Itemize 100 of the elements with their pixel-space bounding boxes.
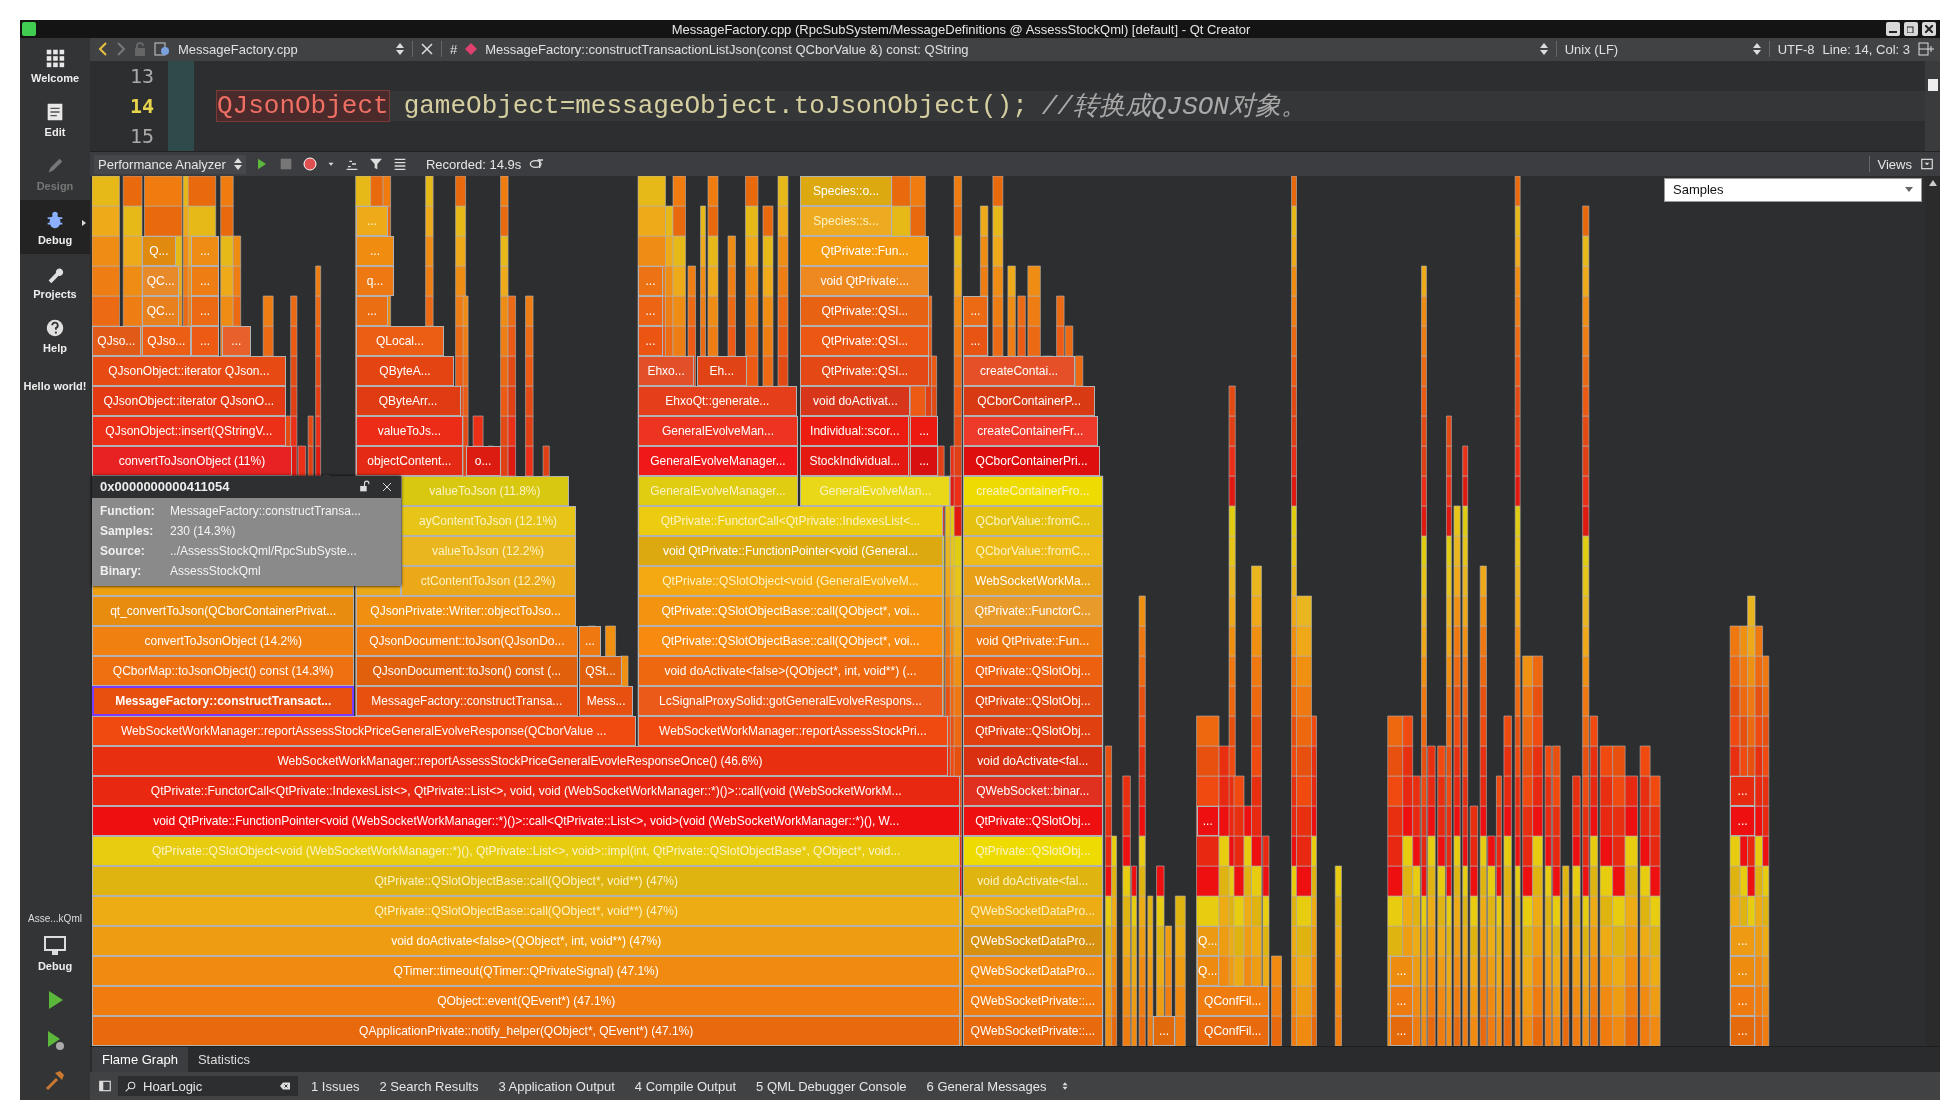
flame-frame[interactable]: QJsonDocument::toJson() const (... bbox=[355, 655, 579, 686]
back-icon[interactable] bbox=[98, 42, 108, 57]
flame-frame[interactable]: QtPrivate::QSlotObject<void (GeneralEvolveM... bbox=[638, 565, 943, 596]
flame-frame[interactable]: QtPrivate::QSlotObj... bbox=[962, 805, 1103, 836]
flame-frame[interactable]: ... bbox=[962, 295, 988, 326]
flame-frame[interactable]: valueToJs... bbox=[355, 415, 464, 446]
flame-frame[interactable]: QByteA... bbox=[355, 355, 455, 386]
cursor-position[interactable]: Line: 14, Col: 3 bbox=[1822, 41, 1910, 57]
flame-frame[interactable]: Individual::scor... bbox=[800, 415, 910, 446]
flame-frame[interactable]: QtPrivate::QSlotObjectBase::call(QObject*, voi... bbox=[638, 625, 943, 656]
flame-frame[interactable]: QtPrivate::QSl... bbox=[800, 325, 930, 356]
flame-frame[interactable]: QJsonObject::insert(QStringV... bbox=[92, 415, 286, 446]
output-pane-button[interactable]: 3 Application Output bbox=[491, 1078, 622, 1094]
flame-frame[interactable]: qt_convertToJson(QCborContainerPrivat... bbox=[92, 595, 355, 626]
flame-frame[interactable]: ... bbox=[910, 415, 938, 446]
flame-frame[interactable]: ... bbox=[1730, 805, 1756, 836]
locator-field[interactable]: HoarLogic bbox=[118, 1076, 298, 1097]
flame-frame[interactable]: EhxoQt::generate... bbox=[638, 385, 797, 416]
flame-frame[interactable]: ... bbox=[1730, 985, 1756, 1016]
flame-frame[interactable]: QtPrivate::FunctorC... bbox=[962, 595, 1103, 626]
flame-frame[interactable]: MessageFactory::constructTransa... bbox=[355, 685, 579, 716]
flame-frame[interactable]: QLocal... bbox=[355, 325, 445, 356]
flame-frame[interactable]: QWebSocketDataPro... bbox=[962, 895, 1103, 926]
scroll-thumb[interactable] bbox=[1927, 78, 1938, 91]
flame-frame[interactable]: LcSignalProxySolid::gotGeneralEvolveRespons... bbox=[638, 685, 943, 716]
flame-frame[interactable]: QWebSocket::binar... bbox=[962, 775, 1103, 806]
flame-frame[interactable]: QConfFil... bbox=[1196, 1015, 1269, 1046]
mode-button[interactable]: Projects bbox=[20, 254, 90, 308]
mode-button[interactable]: Debug bbox=[20, 200, 90, 254]
flame-frame[interactable]: void QtPrivate::Fun... bbox=[962, 625, 1103, 656]
flame-frame[interactable]: QtPrivate::QSlotObj... bbox=[962, 655, 1103, 686]
encoding[interactable]: UTF-8 bbox=[1777, 41, 1815, 57]
flame-frame[interactable]: QCborContainerP... bbox=[962, 385, 1096, 416]
mode-button[interactable]: Help bbox=[20, 308, 90, 362]
tool-selector[interactable]: Performance Analyzer bbox=[94, 154, 246, 174]
flame-frame[interactable]: void doActivate<false>(QObject*, int, void**) (... bbox=[638, 655, 943, 686]
flame-frame[interactable]: ... bbox=[638, 295, 663, 326]
flame-frame[interactable]: GeneralEvolveMan... bbox=[638, 415, 798, 446]
flame-frame[interactable]: Mess... bbox=[579, 685, 633, 716]
mode-dropdown[interactable]: Samples bbox=[1664, 177, 1922, 202]
view-tab[interactable]: Flame Graph bbox=[92, 1046, 188, 1073]
symbol-name[interactable]: MessageFactory::constructTransactionListJson(const QCborValue &) const: QString bbox=[485, 41, 1532, 57]
flame-frame[interactable]: QObject::event(QEvent*) (47.1%) bbox=[92, 985, 961, 1016]
file-name[interactable]: MessageFactory.cpp bbox=[178, 41, 388, 57]
flame-frame[interactable]: convertToJsonObject (14.2%) bbox=[92, 625, 355, 656]
flame-frame[interactable]: QtPrivate::QSlotObjectBase::call(QObject*, void**) (47%) bbox=[92, 865, 961, 896]
flame-frame[interactable]: ctContentToJson (12.2%) bbox=[400, 565, 576, 596]
flame-frame[interactable]: QWebSocketDataPro... bbox=[962, 955, 1103, 986]
output-pane-button[interactable]: 2 Search Results bbox=[372, 1078, 486, 1094]
flame-frame[interactable]: void doActivate<fal... bbox=[962, 745, 1103, 776]
flame-frame[interactable]: ... bbox=[1390, 955, 1413, 986]
flame-frame[interactable]: createContainerFr... bbox=[962, 415, 1098, 446]
flame-frame[interactable]: Ehxo... bbox=[638, 355, 695, 386]
flame-frame[interactable]: QJsonDocument::toJson(QJsonDo... bbox=[355, 625, 579, 656]
flame-frame[interactable]: QByteArr... bbox=[355, 385, 461, 416]
output-pane-button[interactable]: 4 Compile Output bbox=[627, 1078, 743, 1094]
views-menu[interactable]: Views bbox=[1877, 156, 1912, 172]
mode-button[interactable]: Edit bbox=[20, 92, 90, 146]
flame-frame[interactable]: GeneralEvolveManager... bbox=[638, 445, 798, 476]
flame-frame[interactable]: StockIndividual... bbox=[800, 445, 910, 476]
flame-frame[interactable]: ... bbox=[1730, 925, 1756, 956]
flame-frame[interactable]: void QtPrivate::FunctionPointer<void (General... bbox=[638, 535, 943, 566]
flame-frame[interactable]: WebSocketWorkMa... bbox=[962, 565, 1103, 596]
flame-frame[interactable]: QtPrivate::QSlotObj... bbox=[962, 715, 1103, 746]
flame-frame[interactable]: QApplicationPrivate::notify_helper(QObject*, QEvent*) (47.1%) bbox=[92, 1015, 961, 1046]
flame-frame[interactable]: ... bbox=[910, 445, 938, 476]
flame-frame[interactable]: convertToJsonObject (11%) bbox=[92, 445, 292, 476]
flame-frame[interactable]: Species::s... bbox=[800, 205, 892, 236]
flame-frame[interactable]: ... bbox=[638, 265, 663, 296]
updown-icon[interactable] bbox=[396, 43, 404, 56]
minimize-button[interactable] bbox=[1886, 22, 1900, 36]
flame-frame[interactable]: QJso... bbox=[92, 325, 141, 356]
flame-frame[interactable]: QtPrivate::QSl... bbox=[800, 355, 930, 386]
flame-frame[interactable]: ... bbox=[1730, 1015, 1756, 1046]
flame-frame[interactable]: Species::o... bbox=[800, 175, 892, 206]
flame-frame[interactable]: ... bbox=[1390, 985, 1413, 1016]
flame-frame[interactable]: QtPrivate::Fun... bbox=[800, 235, 930, 266]
updown-icon[interactable] bbox=[1539, 43, 1548, 56]
flame-frame[interactable]: ... bbox=[579, 625, 601, 656]
flame-frame[interactable]: void doActivate<fal... bbox=[962, 865, 1103, 896]
output-pane-button[interactable]: 1 Issues bbox=[304, 1078, 367, 1094]
flame-frame[interactable]: Eh... bbox=[696, 355, 747, 386]
flame-frame[interactable]: MessageFactory::constructTransact... bbox=[92, 685, 355, 716]
flame-frame[interactable]: void QtPrivate::FunctionPointer<void (WebSocketWorkManager::*)()>::call<QtPrivate::List<>, void>(void (WebSocketWorkManager::*)(), W... bbox=[92, 805, 961, 836]
flame-frame[interactable]: ... bbox=[1730, 775, 1756, 806]
flame-frame[interactable]: QWebSocketDataPro... bbox=[962, 925, 1103, 956]
flame-frame[interactable]: QtPrivate::QSlotObj... bbox=[962, 685, 1103, 716]
flame-frame[interactable]: ... bbox=[1730, 955, 1756, 986]
flame-frame[interactable]: ... bbox=[638, 325, 663, 356]
output-pane-button[interactable]: 6 General Messages bbox=[919, 1078, 1054, 1094]
flame-frame[interactable]: o... bbox=[465, 445, 501, 476]
flame-frame[interactable]: ... bbox=[1390, 1015, 1413, 1046]
flame-frame[interactable]: QWebSocketPrivate::... bbox=[962, 1015, 1103, 1046]
build-target-button[interactable]: Debug bbox=[20, 926, 90, 980]
close-icon[interactable] bbox=[421, 43, 433, 56]
flame-frame[interactable]: QTimer::timeout(QTimer::QPrivateSignal) (47.1%) bbox=[92, 955, 961, 986]
restore-button[interactable] bbox=[1904, 22, 1918, 36]
flame-frame[interactable]: QCborContainerPri... bbox=[962, 445, 1101, 476]
flame-frame[interactable]: QCborMap::toJsonObject() const (14.3%) bbox=[92, 655, 355, 686]
scrollbar[interactable] bbox=[1925, 175, 1940, 1046]
